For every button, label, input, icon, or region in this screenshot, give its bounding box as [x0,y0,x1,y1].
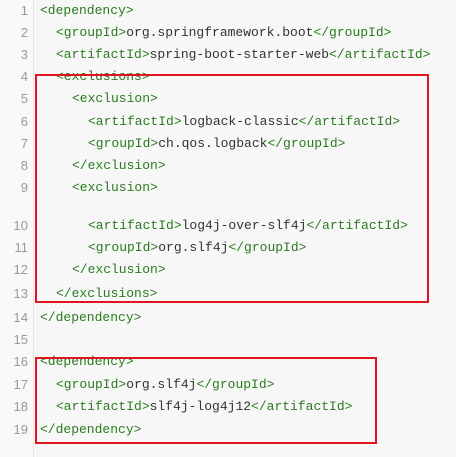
code-line: <dependency> [40,3,134,18]
xml-value: org.springframework.boot [126,25,314,40]
xml-value: spring-boot-starter-web [149,47,330,62]
line-number: 7 [20,136,28,151]
line-number: 15 [13,332,28,347]
xml-tag: </dependency> [40,310,142,325]
line-number: 3 [20,47,28,62]
xml-tag: <dependency> [40,3,134,18]
xml-tag: </groupId> [313,25,392,40]
line-number: 13 [13,286,28,301]
line-number: 10 [13,218,28,233]
highlight-box-exclusions [35,74,429,303]
line-number: 11 [14,240,29,255]
line-number: 19 [13,422,28,437]
line-number: 1 [20,3,28,18]
line-number: 5 [20,91,28,106]
line-number: 6 [20,114,28,129]
highlight-box-slf4j-dependency [35,357,377,444]
line-number: 17 [13,377,28,392]
line-number: 2 [20,25,28,40]
code-line: </dependency> [40,310,141,325]
code-line: <artifactId>spring-boot-starter-web</art… [56,47,430,62]
line-number: 16 [13,354,28,369]
line-number: 12 [13,262,28,277]
line-number: 9 [20,180,28,195]
line-number: 4 [20,69,28,84]
xml-tag: <groupId> [56,25,127,40]
line-number: 14 [13,310,28,325]
line-number: 18 [13,399,28,414]
code-line: <groupId>org.springframework.boot</group… [56,25,391,40]
line-number: 8 [20,158,28,173]
xml-tag: </artifactId> [329,47,431,62]
xml-tag: <artifactId> [56,47,150,62]
